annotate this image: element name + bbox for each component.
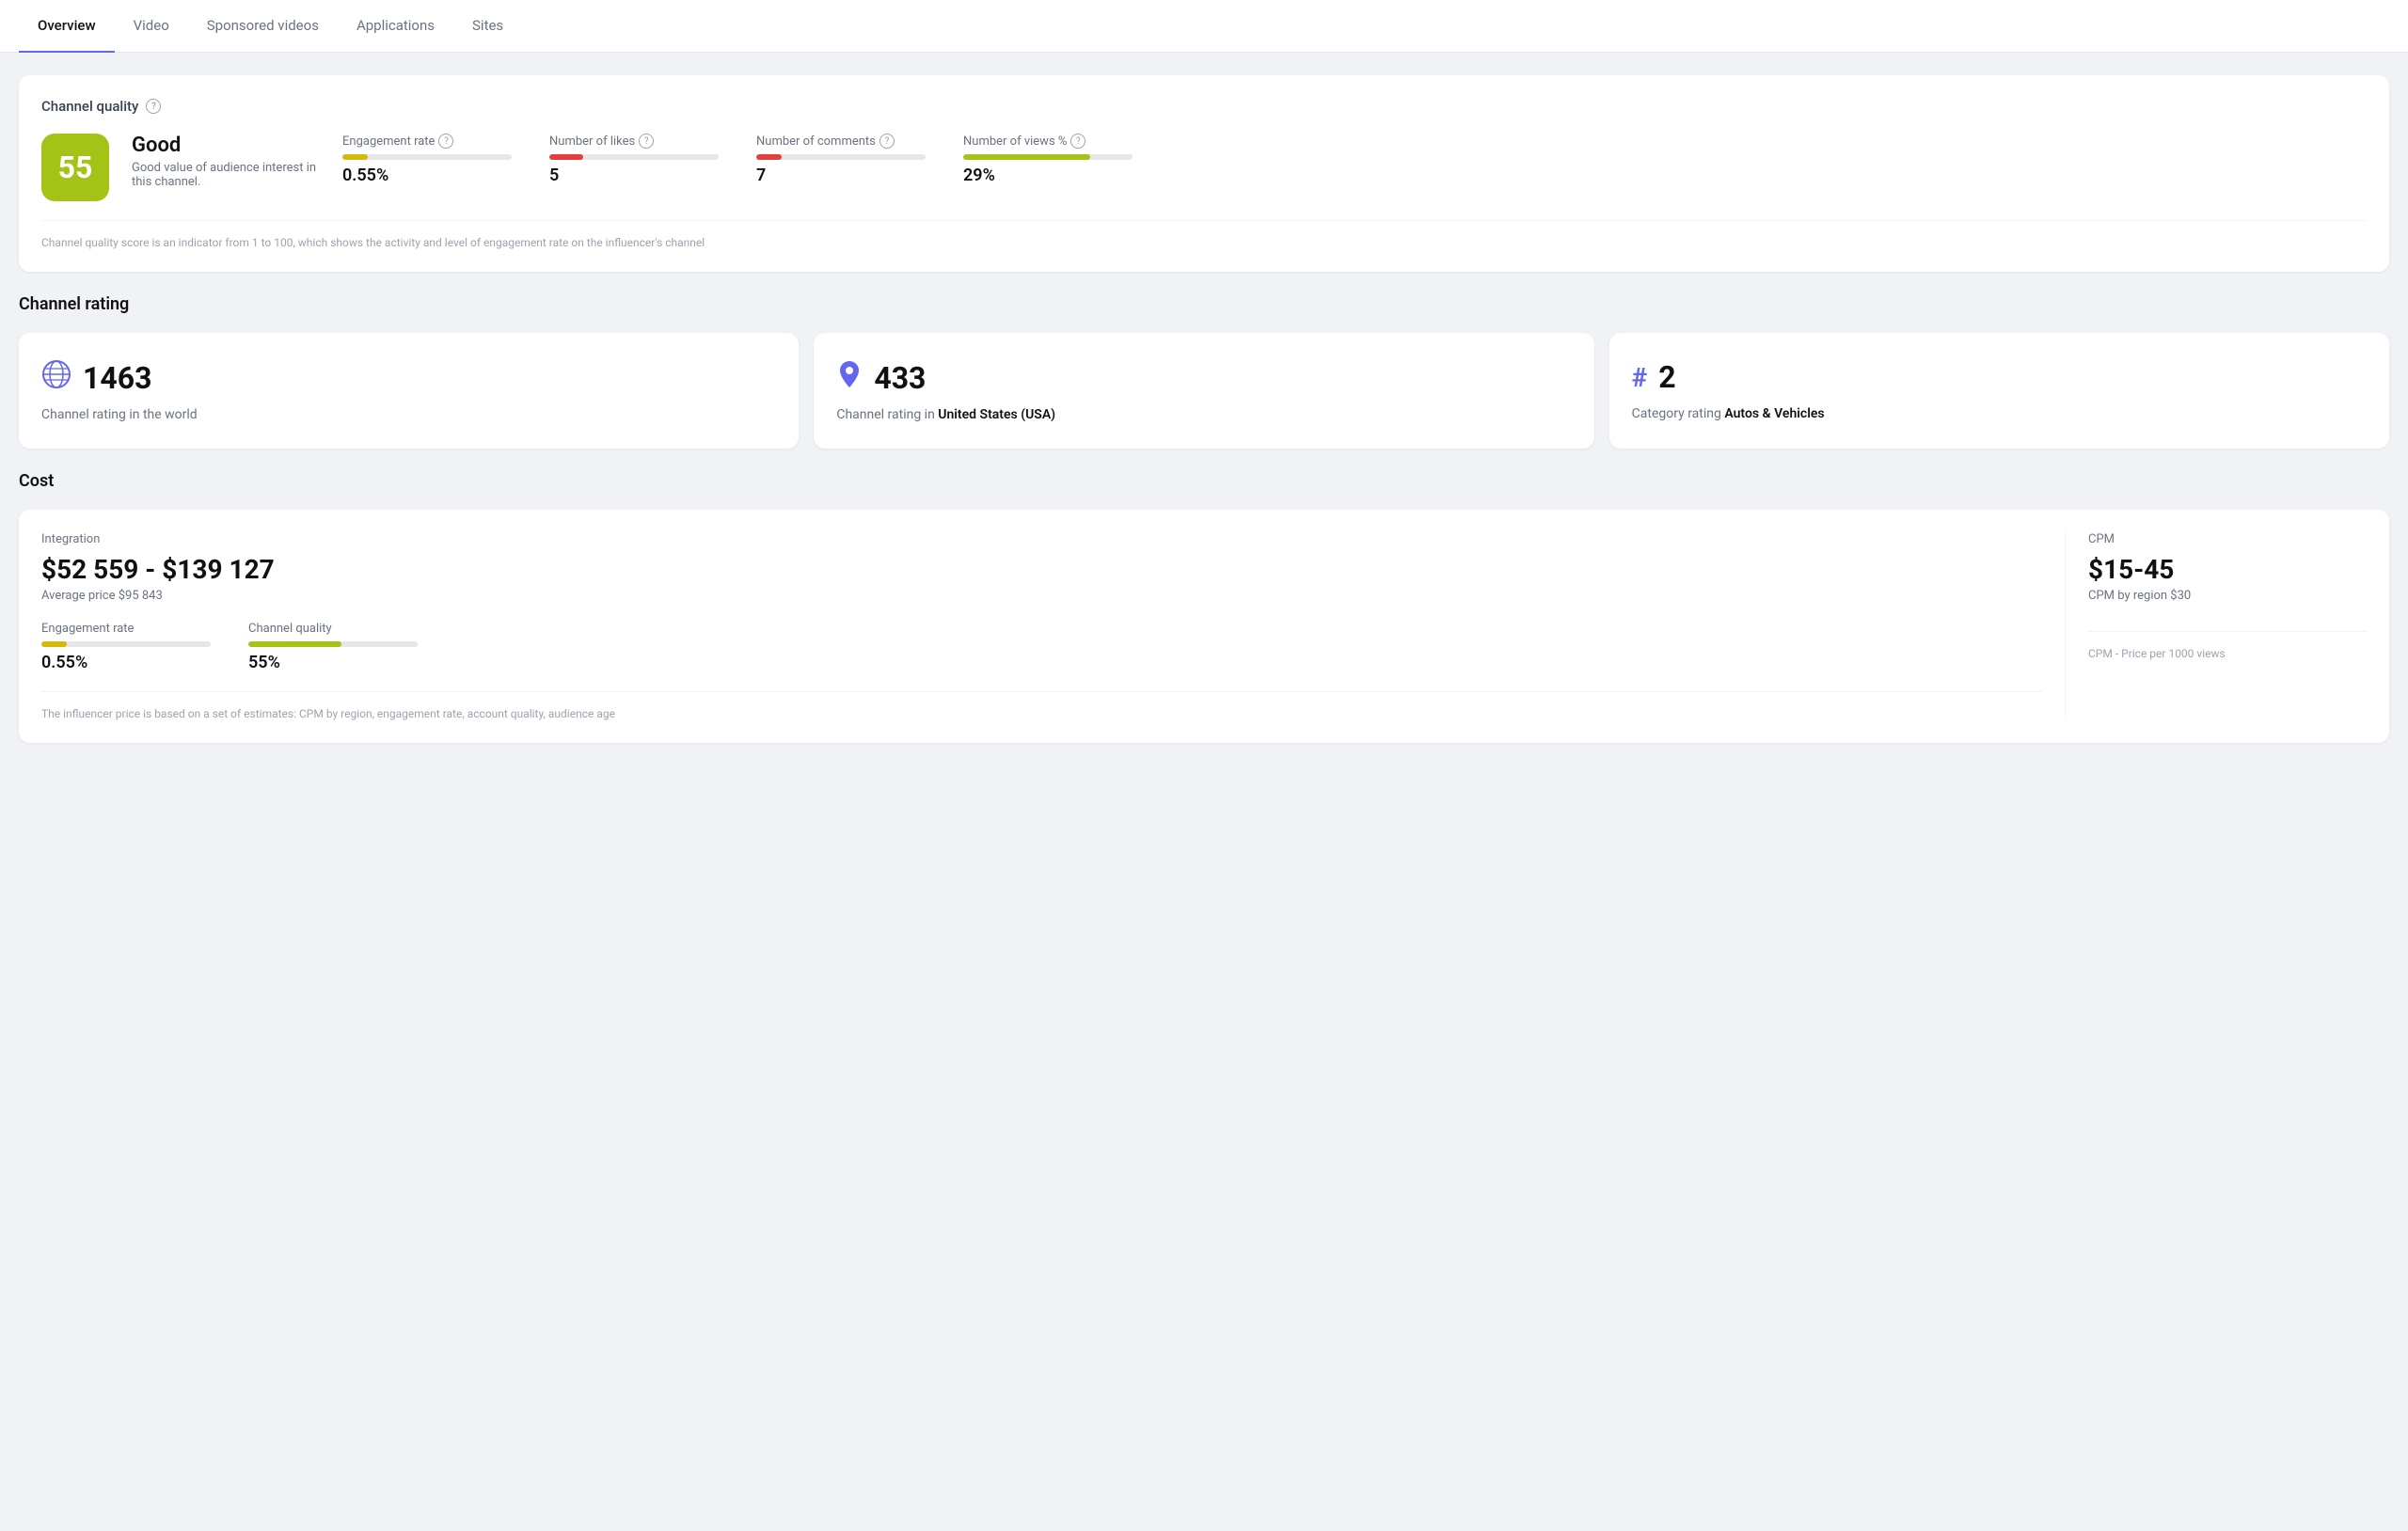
cost-right: CPM $15-45 CPM by region $30 CPM - Price… [2066,532,2367,720]
rating-grid: 1463 Channel rating in the world 433 [19,333,2389,449]
channel-quality-header: Channel quality ? [41,98,2367,115]
comments-track [756,154,926,160]
world-rating-number: 1463 [83,360,151,396]
rating-top-country: 433 [836,359,1571,396]
metric-likes-label: Number of likes ? [549,134,719,149]
category-rating-desc: Category rating Autos & Vehicles [1632,406,2367,421]
likes-value: 5 [549,166,719,185]
hash-icon: # [1632,362,1648,393]
quality-main: 55 Good Good value of audience interest … [41,134,2367,201]
rating-card-world: 1463 Channel rating in the world [19,333,799,449]
cost-metrics: Engagement rate 0.55% Channel quality [41,622,2042,672]
integration-price: $52 559 - $139 127 [41,554,2042,585]
engagement-rate-value: 0.55% [342,166,512,185]
cost-quality-label: Channel quality [248,622,418,636]
quality-grade: Good [132,134,320,157]
cpm-price: $15-45 [2088,554,2367,585]
cpm-sub: CPM by region $30 [2088,589,2367,603]
cost-section: Cost Integration $52 559 - $139 127 Aver… [19,471,2389,743]
engagement-rate-help-icon[interactable]: ? [438,134,453,149]
channel-quality-title: Channel quality [41,98,138,115]
globe-icon [41,359,71,396]
cost-left: Integration $52 559 - $139 127 Average p… [41,532,2066,720]
rating-card-category: # 2 Category rating Autos & Vehicles [1609,333,2389,449]
metric-engagement-rate-label: Engagement rate ? [342,134,512,149]
cpm-label: CPM [2088,532,2367,546]
channel-quality-help-icon[interactable]: ? [146,99,161,114]
cost-card: Integration $52 559 - $139 127 Average p… [19,510,2389,743]
tab-sites[interactable]: Sites [453,0,522,53]
metric-comments: Number of comments ? 7 [756,134,926,185]
views-value: 29% [963,166,1133,185]
cost-quality-fill [248,641,341,647]
tab-overview[interactable]: Overview [19,0,115,53]
page-body: Channel quality ? 55 Good Good value of … [0,53,2408,766]
views-help-icon[interactable]: ? [1070,134,1085,149]
views-track [963,154,1133,160]
world-rating-desc: Channel rating in the world [41,407,776,422]
metric-views: Number of views % ? 29% [963,134,1133,185]
channel-rating-section: Channel rating 1463 C [19,294,2389,449]
tab-video[interactable]: Video [115,0,188,53]
quality-footnote: Channel quality score is an indicator fr… [41,220,2367,249]
pin-icon [836,359,863,396]
rating-top-category: # 2 [1632,359,2367,395]
rating-card-country: 433 Channel rating in United States (USA… [814,333,1593,449]
country-rating-number: 433 [874,360,926,396]
tab-sponsored[interactable]: Sponsored videos [188,0,338,53]
cpm-footnote: CPM - Price per 1000 views [2088,631,2367,660]
integration-footnote: The influencer price is based on a set o… [41,691,2042,720]
score-badge: 55 [41,134,109,201]
cost-channel-quality: Channel quality 55% [248,622,418,672]
metric-likes: Number of likes ? 5 [549,134,719,185]
country-rating-desc: Channel rating in United States (USA) [836,407,1571,422]
tab-applications[interactable]: Applications [338,0,453,53]
cost-engagement-track [41,641,211,647]
cost-engagement-value: 0.55% [41,653,211,672]
metric-engagement-rate: Engagement rate ? 0.55% [342,134,512,185]
comments-help-icon[interactable]: ? [879,134,895,149]
channel-rating-title: Channel rating [19,294,2389,314]
cost-engagement-fill [41,641,67,647]
quality-label: Good Good value of audience interest in … [132,134,320,189]
metrics-row: Engagement rate ? 0.55% Number of likes … [342,134,2367,185]
cost-quality-track [248,641,418,647]
cost-engagement-label: Engagement rate [41,622,211,636]
likes-fill [549,154,583,160]
metric-views-label: Number of views % ? [963,134,1133,149]
engagement-rate-track [342,154,512,160]
cost-inner: Integration $52 559 - $139 127 Average p… [41,532,2367,720]
cost-quality-value: 55% [248,653,418,672]
rating-top-world: 1463 [41,359,776,396]
metric-comments-label: Number of comments ? [756,134,926,149]
category-rating-number: 2 [1658,359,1675,395]
cost-title: Cost [19,471,2389,491]
integration-avg: Average price $95 843 [41,589,2042,603]
comments-fill [756,154,782,160]
likes-track [549,154,719,160]
channel-quality-card: Channel quality ? 55 Good Good value of … [19,75,2389,272]
integration-label: Integration [41,532,2042,546]
cost-engagement-rate: Engagement rate 0.55% [41,622,211,672]
tabs-bar: Overview Video Sponsored videos Applicat… [0,0,2408,53]
likes-help-icon[interactable]: ? [639,134,654,149]
quality-description: Good value of audience interest in this … [132,161,320,189]
views-fill [963,154,1090,160]
comments-value: 7 [756,166,926,185]
engagement-rate-fill [342,154,368,160]
